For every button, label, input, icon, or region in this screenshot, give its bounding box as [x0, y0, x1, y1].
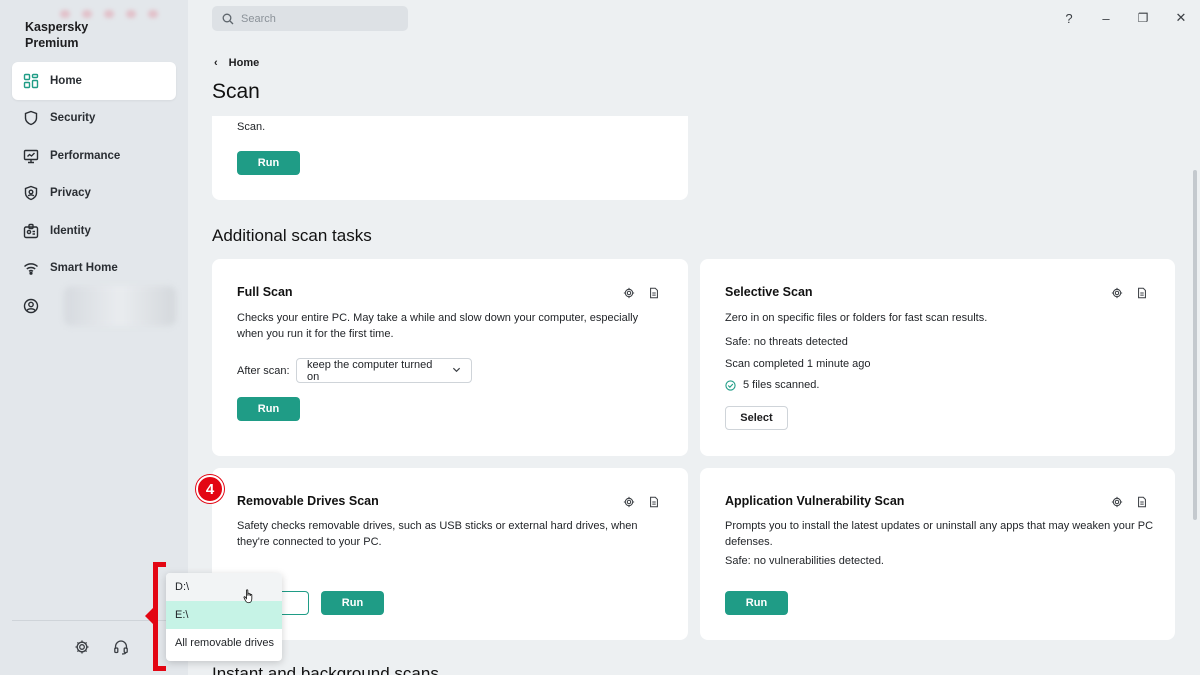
restore-button[interactable]: ❐ — [1135, 10, 1151, 26]
user-icon — [23, 298, 39, 314]
report-icon[interactable] — [647, 495, 661, 509]
report-icon[interactable] — [1135, 286, 1149, 300]
card-title: Full Scan — [237, 285, 293, 299]
section-title-additional: Additional scan tasks — [212, 226, 372, 245]
card-description: Prompts you to install the latest update… — [725, 520, 1154, 548]
card-icon-group — [1110, 286, 1149, 300]
quick-scan-description: Scan. — [237, 121, 266, 133]
hand-cursor-icon — [243, 589, 255, 607]
after-scan-value: keep the computer turned on — [307, 358, 433, 383]
performance-icon — [23, 148, 39, 164]
drive-option-all[interactable]: All removable drives — [166, 629, 282, 657]
sidebar-item-label: Security — [50, 112, 96, 125]
close-button[interactable]: ✕ — [1173, 10, 1189, 26]
card-icon-group — [1110, 495, 1149, 509]
chevron-left-icon: ‹ — [214, 57, 218, 69]
after-scan-dropdown[interactable]: keep the computer turned on — [296, 358, 472, 383]
card-icon-group — [622, 286, 661, 300]
chevron-down-icon — [452, 365, 461, 377]
step-badge: 4 — [196, 475, 224, 503]
section-title-instant: Instant and background scans — [212, 664, 439, 675]
sidebar-item-label: Home — [50, 74, 82, 87]
sidebar-item-label: Performance — [50, 149, 121, 162]
full-scan-card: Full Scan Checks your entire PC. May tak… — [212, 259, 688, 456]
selective-scan-card: Selective Scan Zero in on specific files… — [700, 259, 1175, 456]
app-vulnerability-scan-card: Application Vulnerability Scan Prompts y… — [700, 468, 1175, 640]
scan-completed-time: Scan completed 1 minute ago — [725, 358, 871, 370]
drive-dropdown-menu: D:\ E:\ All removable drives — [166, 573, 282, 661]
privacy-icon — [23, 185, 39, 201]
sidebar-item-smart-home[interactable]: Smart Home — [12, 250, 176, 288]
card-title: Application Vulnerability Scan — [725, 494, 905, 508]
removable-scan-run-button[interactable]: Run — [321, 591, 384, 615]
report-icon[interactable] — [647, 286, 661, 300]
annotation-arrow — [145, 607, 154, 625]
account-name-redacted — [64, 285, 176, 326]
app-title-line2: Premium — [25, 36, 79, 50]
scan-status: Safe: no threats detected — [725, 336, 848, 348]
annotation-bracket — [153, 562, 166, 671]
select-button[interactable]: Select — [725, 406, 788, 430]
app-vuln-run-button[interactable]: Run — [725, 591, 788, 615]
shield-icon — [23, 110, 39, 126]
gear-icon[interactable] — [1110, 495, 1124, 509]
home-icon — [23, 73, 39, 89]
search-placeholder: Search — [241, 12, 276, 25]
card-description: Safety checks removable drives, such as … — [237, 520, 638, 548]
sidebar-item-performance[interactable]: Performance — [12, 137, 176, 175]
check-circle-icon — [725, 379, 736, 391]
card-description: Checks your entire PC. May take a while … — [237, 312, 639, 340]
app-title: Kaspersky Premium — [25, 19, 88, 51]
card-description: Zero in on specific files or folders for… — [725, 312, 988, 324]
breadcrumb[interactable]: ‹ Home — [214, 57, 259, 69]
card-title: Removable Drives Scan — [237, 494, 379, 508]
card-title: Selective Scan — [725, 285, 813, 299]
gear-icon[interactable] — [73, 638, 91, 656]
page-title: Scan — [212, 80, 260, 103]
drive-option-e[interactable]: E:\ — [166, 601, 282, 629]
sidebar-item-identity[interactable]: Identity — [12, 212, 176, 250]
sidebar-item-home[interactable]: Home — [12, 62, 176, 100]
search-input[interactable]: Search — [212, 6, 408, 31]
sidebar-item-account[interactable] — [12, 285, 176, 326]
quick-scan-card: Scan. Run — [212, 116, 688, 200]
files-scanned-row: 5 files scanned. — [725, 379, 819, 391]
full-scan-run-button[interactable]: Run — [237, 397, 300, 421]
drive-option-d[interactable]: D:\ — [166, 573, 282, 601]
after-scan-label: After scan: — [237, 365, 290, 377]
scan-status: Safe: no vulnerabilities detected. — [725, 555, 884, 567]
report-icon[interactable] — [1135, 495, 1149, 509]
gear-icon[interactable] — [1110, 286, 1124, 300]
identity-icon — [23, 223, 39, 239]
gear-icon[interactable] — [622, 495, 636, 509]
sidebar-nav: Home Security Performance Privacy Identi… — [12, 62, 176, 326]
search-icon — [222, 13, 234, 24]
sidebar-item-security[interactable]: Security — [12, 100, 176, 138]
sidebar-item-label: Identity — [50, 224, 91, 237]
sidebar-item-label: Privacy — [50, 187, 91, 200]
scrollbar[interactable] — [1193, 170, 1197, 520]
wifi-icon — [23, 260, 39, 276]
sidebar-item-label: Smart Home — [50, 262, 118, 275]
breadcrumb-label: Home — [228, 57, 260, 69]
quick-scan-run-button[interactable]: Run — [237, 151, 300, 175]
card-icon-group — [622, 495, 661, 509]
gear-icon[interactable] — [622, 286, 636, 300]
help-button[interactable]: ? — [1061, 10, 1077, 26]
removable-drives-scan-card: Removable Drives Scan Safety checks remo… — [212, 468, 688, 640]
main-content: Search ? – ❐ ✕ ‹ Home Scan Scan. Run Add… — [188, 0, 1200, 675]
files-scanned-text: 5 files scanned. — [743, 379, 820, 391]
sidebar-item-privacy[interactable]: Privacy — [12, 175, 176, 213]
app-title-line1: Kaspersky — [25, 20, 89, 34]
minimize-button[interactable]: – — [1098, 10, 1114, 26]
headset-icon[interactable] — [112, 638, 130, 656]
